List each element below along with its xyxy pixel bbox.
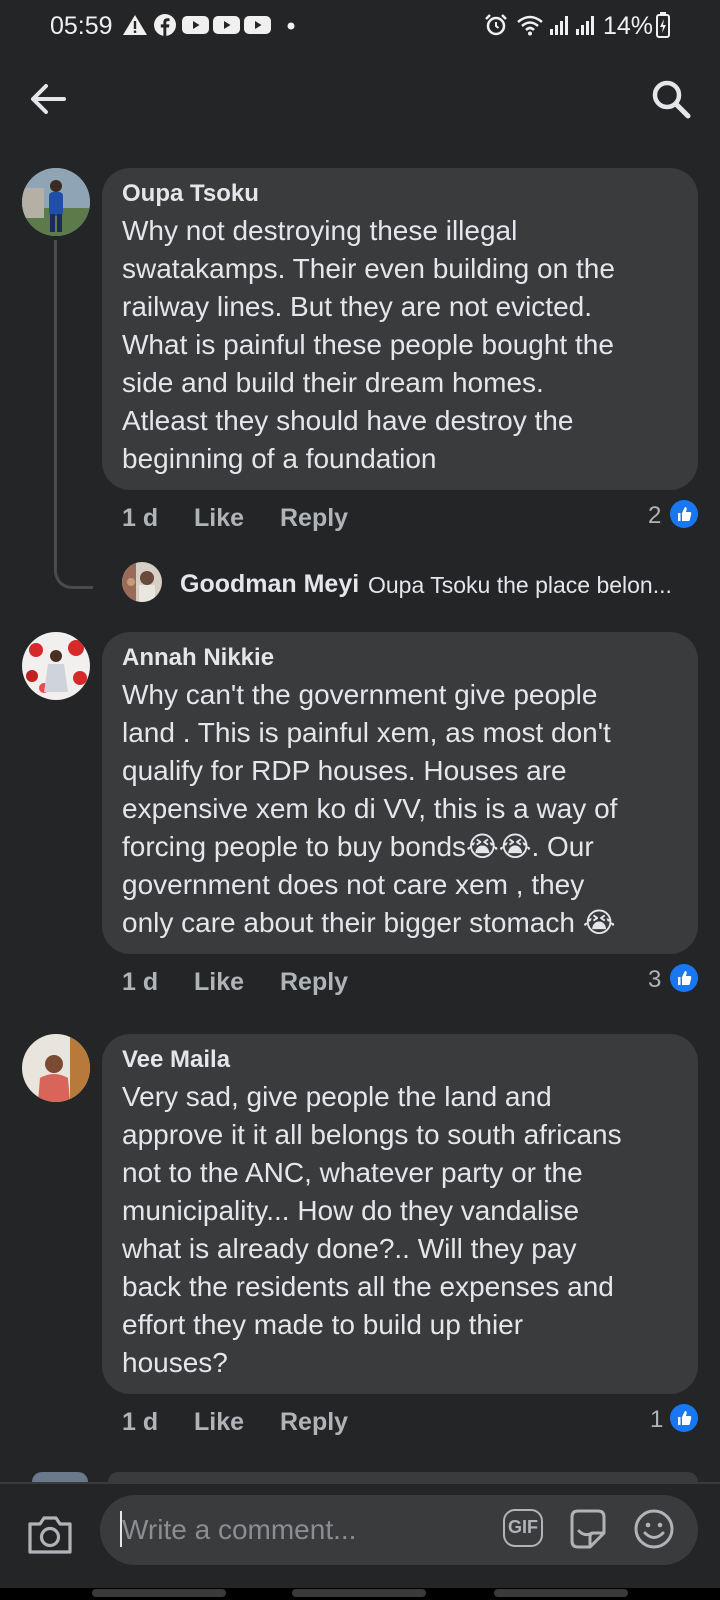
comment-author[interactable]: Annah Nikkie [122,644,274,672]
avatar-next-comment [32,1472,88,1482]
comment-bubble[interactable]: Annah Nikkie Why can't the government gi… [102,632,698,954]
comment-actions: 1 d Like Reply [122,504,522,536]
dot-icon [287,22,295,30]
emoji-button[interactable] [632,1507,676,1551]
wifi-icon [517,15,543,36]
nav-home[interactable] [292,1589,426,1597]
comment-text-line: houses? [122,1347,228,1378]
comment-text-line: effort they made to build up thier [122,1309,524,1340]
youtube-icon [213,16,240,34]
reply-button[interactable]: Reply [280,504,348,533]
avatar-vee-maila[interactable] [22,1034,90,1102]
comment-text-line: swatakamps. Their even building on the [122,253,615,284]
comment-text-line: What is painful these people bought the [122,329,614,360]
avatar-annah-nikkie[interactable] [22,632,90,700]
signal-icon [550,16,568,35]
youtube-icon [244,16,271,34]
comment-text-line: government does not care xem , they [122,869,585,900]
comment-text-line: expensive xem ko di VV, this is a way of [122,793,618,824]
comment-text-line: Atleast they should have destroy the [122,405,574,436]
comment-text-line: back the residents all the expenses and [122,1271,614,1302]
emoji-icon [634,1509,674,1549]
comment-bubble[interactable]: Oupa Tsoku Why not destroying these ille… [102,168,698,490]
comment-text: Why not destroying these illegal swataka… [122,212,682,478]
facebook-icon [154,14,176,36]
reaction-count[interactable]: 3 [648,966,661,994]
sticker-button[interactable] [566,1507,610,1551]
camera-icon [28,1516,72,1554]
warning-icon [123,15,147,35]
comment-text-line: forcing people to buy bonds😭😭. Our [122,831,594,862]
like-button[interactable]: Like [194,504,244,533]
comment-text: Why can't the government give people lan… [122,676,682,942]
like-reaction-icon [670,500,698,528]
comment-text-line: municipality... How do they vandalise [122,1195,580,1226]
comment-text-line: what is already done?.. Will they pay [122,1233,577,1264]
reaction-count[interactable]: 2 [648,502,661,530]
like-reaction-icon [670,964,698,992]
comment-time: 1 d [122,504,159,532]
like-reaction-icon [670,1404,698,1432]
status-time: 05:59 [50,12,113,40]
gif-button[interactable]: GIF [503,1509,543,1547]
comment-bubble[interactable]: Vee Maila Very sad, give people the land… [102,1034,698,1394]
comment-composer[interactable]: GIF [100,1495,698,1565]
avatar-goodman-meyi[interactable] [122,562,162,602]
reply-button[interactable]: Reply [280,1408,348,1437]
like-button[interactable]: Like [194,1408,244,1437]
comment-text-line: approve it it all belongs to south afric… [122,1119,622,1150]
alarm-icon [485,14,507,36]
profile-photo [22,632,90,700]
comment-text-line: beginning of a foundation [122,443,437,474]
comment-text-line: Why not destroying these illegal [122,215,518,246]
comment-text-line: Why can't the government give people [122,679,598,710]
profile-photo [22,168,90,236]
next-comment-bubble [108,1472,698,1482]
sticker-icon [570,1509,606,1549]
comment-text-line: side and build their dream homes. [122,367,544,398]
like-button[interactable]: Like [194,968,244,997]
reply-snippet: Oupa Tsoku the place belon... [368,572,672,598]
composer-divider [0,1482,720,1484]
comment-text-line: land . This is painful xem, as most don'… [122,717,611,748]
battery-percent: 14% [603,12,654,40]
profile-photo [22,1034,90,1102]
comment-time: 1 d [122,968,159,996]
arrow-left-icon [31,84,66,114]
reply-button[interactable]: Reply [280,968,348,997]
back-button[interactable] [26,76,72,122]
battery-icon [656,12,670,38]
comment-time: 1 d [122,1408,159,1436]
comment-author[interactable]: Oupa Tsoku [122,180,259,208]
camera-button[interactable] [26,1512,74,1556]
profile-photo [122,562,162,602]
comment-author[interactable]: Vee Maila [122,1046,230,1074]
reply-author[interactable]: Goodman Meyi [180,570,359,599]
nav-back[interactable] [494,1589,628,1597]
thread-line [54,240,93,589]
comment-text-line: qualify for RDP houses. Houses are [122,755,567,786]
search-button[interactable] [648,76,694,122]
comment-actions: 1 d Like Reply [122,1408,522,1440]
comment-text-line: not to the ANC, whatever party or the [122,1157,583,1188]
comment-actions: 1 d Like Reply [122,968,522,1000]
youtube-icon [182,16,209,34]
avatar-oupa-tsoku[interactable] [22,168,90,236]
text-cursor [120,1511,122,1547]
comment-text-line: railway lines. But they are not evicted. [122,291,593,322]
comment-text: Very sad, give people the land and appro… [122,1078,682,1382]
status-bar: 05:59 14% [0,0,720,56]
comment-input[interactable] [120,1507,464,1553]
reply-preview[interactable]: Goodman Meyi Oupa Tsoku the place belon.… [122,562,702,602]
nav-recents[interactable] [92,1589,226,1597]
reaction-count[interactable]: 1 [650,1406,663,1434]
search-icon [652,80,691,119]
comment-text-line: only care about their bigger stomach 😭 [122,907,616,938]
signal-icon [576,16,594,35]
comment-text-line: Very sad, give people the land and [122,1081,552,1112]
